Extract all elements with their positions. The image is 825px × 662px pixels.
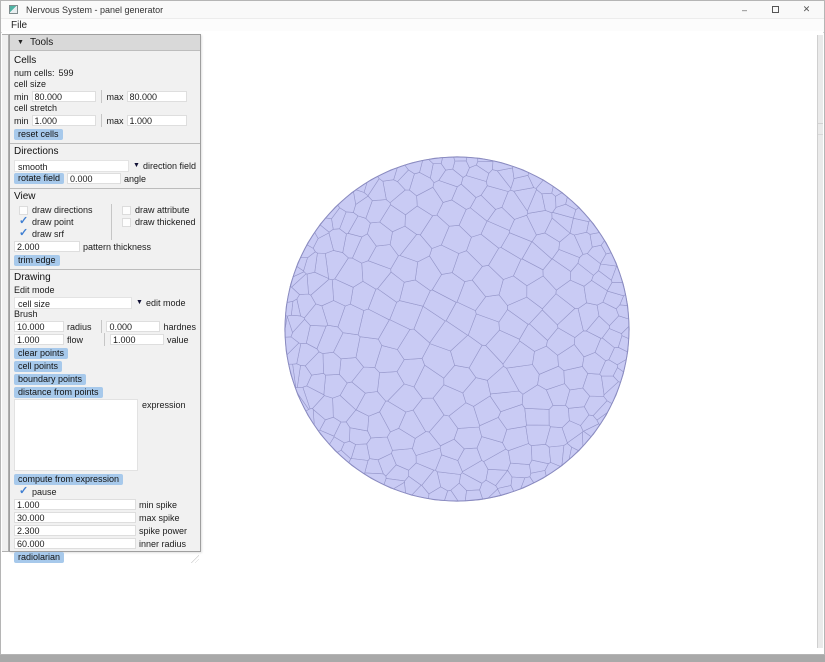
brush-hardness-input[interactable] (106, 321, 160, 332)
distance-from-points-button[interactable]: distance from points (14, 387, 103, 398)
draw-thickened-checkbox-row[interactable]: draw thickened (117, 216, 196, 228)
column-divider (101, 320, 102, 333)
voronoi-sphere-mesh (285, 157, 630, 502)
right-edge-strip (817, 35, 823, 648)
max-spike-input[interactable] (14, 512, 136, 523)
clear-points-button[interactable]: clear points (14, 348, 68, 359)
cell-points-button[interactable]: cell points (14, 361, 62, 372)
panel-resize-grip[interactable] (190, 554, 199, 563)
cell-size-label: cell size (14, 79, 46, 90)
background-panel-sliver (2, 34, 9, 552)
cell-stretch-min-label: min (14, 116, 29, 126)
cell-stretch-max-label: max (107, 116, 124, 126)
title-bar: Nervous System - panel generator – ✕ (1, 1, 824, 18)
cell-stretch-max-input[interactable] (127, 115, 187, 126)
window-controls: – ✕ (729, 1, 822, 18)
inner-radius-input[interactable] (14, 538, 136, 549)
direction-field-label: direction field (143, 161, 196, 171)
column-divider (101, 90, 102, 103)
draw-srf-checkbox[interactable] (19, 230, 28, 239)
section-separator (10, 188, 200, 189)
cell-stretch-label: cell stretch (14, 103, 57, 114)
max-spike-label: max spike (139, 513, 180, 523)
cell-size-min-input[interactable] (32, 91, 96, 102)
cell-size-max-input[interactable] (127, 91, 187, 102)
compute-from-expression-button[interactable]: compute from expression (14, 474, 123, 485)
column-divider (104, 333, 105, 346)
brush-label: Brush (14, 309, 38, 320)
section-separator (10, 143, 200, 144)
directions-section-title: Directions (14, 146, 196, 158)
close-button[interactable]: ✕ (791, 1, 822, 18)
angle-label: angle (124, 174, 146, 184)
edit-mode-dropdown-label: edit mode (146, 298, 186, 308)
draw-srf-label: draw srf (32, 229, 64, 239)
app-window: Nervous System - panel generator – ✕ Fil… (0, 0, 825, 655)
spike-power-input[interactable] (14, 525, 136, 536)
draw-attribute-label: draw attribute (135, 205, 190, 215)
cell-stretch-min-input[interactable] (32, 115, 96, 126)
angle-input[interactable] (67, 173, 121, 184)
brush-hardness-label: hardnes (163, 322, 196, 332)
num-cells-value: 599 (59, 68, 74, 79)
draw-attribute-checkbox[interactable] (122, 206, 131, 215)
draw-directions-label: draw directions (32, 205, 93, 215)
boundary-points-button[interactable]: boundary points (14, 374, 86, 385)
tools-panel-title: Tools (30, 37, 53, 48)
cell-size-max-label: max (107, 92, 124, 102)
expression-textarea[interactable] (14, 399, 138, 471)
brush-value-input[interactable] (110, 334, 164, 345)
rotate-field-button[interactable]: rotate field (14, 173, 64, 184)
chevron-down-icon[interactable]: ▼ (133, 162, 140, 169)
menu-file[interactable]: File (1, 20, 37, 32)
brush-value-label: value (167, 335, 189, 345)
pattern-thickness-label: pattern thickness (83, 242, 151, 252)
pause-checkbox[interactable] (19, 488, 28, 497)
spike-power-label: spike power (139, 526, 187, 536)
collapse-triangle-icon: ▼ (17, 39, 24, 46)
brush-radius-input[interactable] (14, 321, 64, 332)
window-title: Nervous System - panel generator (26, 5, 163, 15)
column-divider (101, 114, 102, 127)
drawing-section-title: Drawing (14, 272, 196, 284)
view-section-title: View (14, 191, 196, 203)
reset-cells-button[interactable]: reset cells (14, 129, 63, 140)
column-divider (111, 204, 112, 240)
main-content: ▼ Tools Cells num cells: 599 cell size m… (2, 31, 823, 654)
draw-directions-checkbox[interactable] (19, 206, 28, 215)
maximize-button[interactable] (760, 1, 791, 18)
cells-section-title: Cells (14, 55, 196, 67)
section-separator (10, 269, 200, 270)
draw-thickened-checkbox[interactable] (122, 218, 131, 227)
pattern-thickness-input[interactable] (14, 241, 80, 252)
minimize-button[interactable]: – (729, 1, 760, 18)
draw-point-checkbox[interactable] (19, 218, 28, 227)
brush-flow-input[interactable] (14, 334, 64, 345)
pause-checkbox-row[interactable]: pause (14, 486, 196, 498)
chevron-down-icon[interactable]: ▼ (136, 299, 143, 306)
trim-edge-button[interactable]: trim edge (14, 255, 60, 266)
draw-srf-checkbox-row[interactable]: draw srf (14, 228, 106, 240)
pause-label: pause (32, 487, 57, 497)
app-icon (9, 5, 18, 14)
draw-attribute-checkbox-row[interactable]: draw attribute (117, 204, 196, 216)
tools-panel-body: Cells num cells: 599 cell size min max c… (10, 51, 200, 564)
tools-panel: ▼ Tools Cells num cells: 599 cell size m… (9, 34, 201, 552)
draw-thickened-label: draw thickened (135, 217, 196, 227)
min-spike-input[interactable] (14, 499, 136, 510)
min-spike-label: min spike (139, 500, 177, 510)
tools-panel-header[interactable]: ▼ Tools (10, 35, 200, 51)
direction-field-dropdown[interactable]: smooth (14, 160, 129, 172)
brush-flow-label: flow (67, 335, 99, 345)
inner-radius-label: inner radius (139, 539, 186, 549)
draw-point-label: draw point (32, 217, 74, 227)
num-cells-label: num cells: (14, 68, 55, 79)
expression-label: expression (142, 400, 186, 410)
edit-mode-label: Edit mode (14, 285, 55, 296)
brush-radius-label: radius (67, 322, 96, 332)
maximize-icon (772, 6, 779, 13)
cell-size-min-label: min (14, 92, 29, 102)
edit-mode-dropdown[interactable]: cell size (14, 297, 132, 309)
radiolarian-button[interactable]: radiolarian (14, 552, 64, 563)
